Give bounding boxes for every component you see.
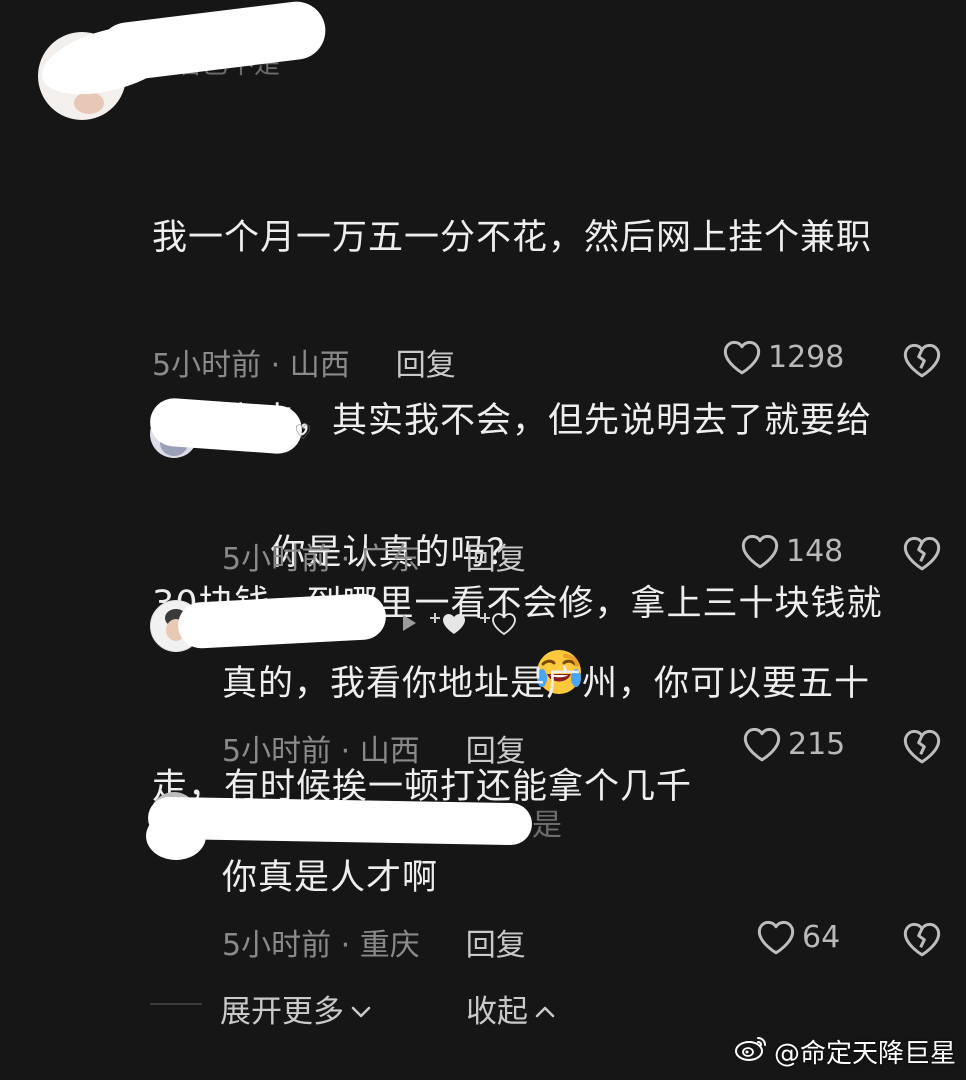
expand-more-label: 展开更多: [220, 994, 344, 1030]
dislike-button[interactable]: [902, 920, 942, 962]
broken-heart-icon: [902, 922, 942, 962]
timestamp-location: 5小时前 · 山西: [222, 734, 420, 769]
heart-icon: [740, 532, 780, 570]
laughing-crying-emoji: [535, 526, 583, 694]
reply-button[interactable]: 回复: [396, 340, 456, 384]
comment-meta: 5小时前 · 重庆 回复: [222, 920, 526, 964]
heart-icon: [742, 725, 782, 763]
like-count: 215: [788, 726, 846, 762]
watermark: @命定天降巨星: [734, 1033, 956, 1070]
like-count: 148: [786, 533, 844, 569]
timestamp-location: 5小时前 · 广东: [222, 542, 420, 577]
like-count: 1298: [768, 339, 845, 375]
comment-text: 你真是人才啊: [222, 858, 439, 898]
play-icon: [400, 613, 418, 639]
plus-heart-outline-icon: [478, 610, 518, 642]
broken-heart-icon: [902, 729, 942, 769]
broken-heart-icon: [902, 536, 942, 576]
like-button[interactable]: 64: [756, 918, 840, 956]
like-count: 64: [802, 919, 841, 955]
divider: [150, 1003, 202, 1005]
username-fragment-heart: ♡: [294, 420, 312, 444]
reply-button[interactable]: 回复: [466, 726, 526, 770]
collapse-label: 收起: [466, 994, 528, 1030]
username-redaction: [146, 812, 206, 860]
chevron-up-icon: [534, 991, 556, 1027]
comment-text: 真的，我看你地址是广州，你可以要五十: [222, 664, 871, 704]
reply-button[interactable]: 回复: [466, 920, 526, 964]
comment-text-line: 我一个月一万五一分不花，然后网上挂个兼职: [152, 218, 873, 258]
timestamp-location: 5小时前 · 重庆: [222, 928, 420, 963]
heart-icon: [756, 918, 796, 956]
dislike-button[interactable]: [902, 534, 942, 576]
comment-meta: 5小时前 · 山西 回复: [152, 340, 456, 384]
broken-heart-icon: [902, 343, 942, 383]
username-fragment[interactable]: 是: [532, 800, 562, 844]
watermark-text: @命定天降巨星: [773, 1039, 956, 1069]
dislike-button[interactable]: [902, 727, 942, 769]
heart-icon: [722, 338, 762, 376]
reply-button[interactable]: 回复: [466, 534, 526, 578]
dislike-button[interactable]: [902, 341, 942, 383]
plus-heart-filled-icon: [428, 610, 468, 642]
like-button[interactable]: 1298: [722, 338, 844, 376]
expand-more-button[interactable]: 展开更多: [220, 986, 372, 1031]
like-button[interactable]: 215: [742, 725, 845, 763]
weibo-icon: [734, 1034, 768, 1069]
chevron-down-icon: [350, 991, 372, 1027]
collapse-button[interactable]: 收起: [466, 986, 556, 1031]
like-button[interactable]: 148: [740, 532, 843, 570]
timestamp-location: 5小时前 · 山西: [152, 348, 350, 383]
comment-meta: 5小时前 · 广东 回复: [222, 534, 526, 578]
comment-meta: 5小时前 · 山西 回复: [222, 726, 526, 770]
author-badges: [400, 610, 518, 642]
